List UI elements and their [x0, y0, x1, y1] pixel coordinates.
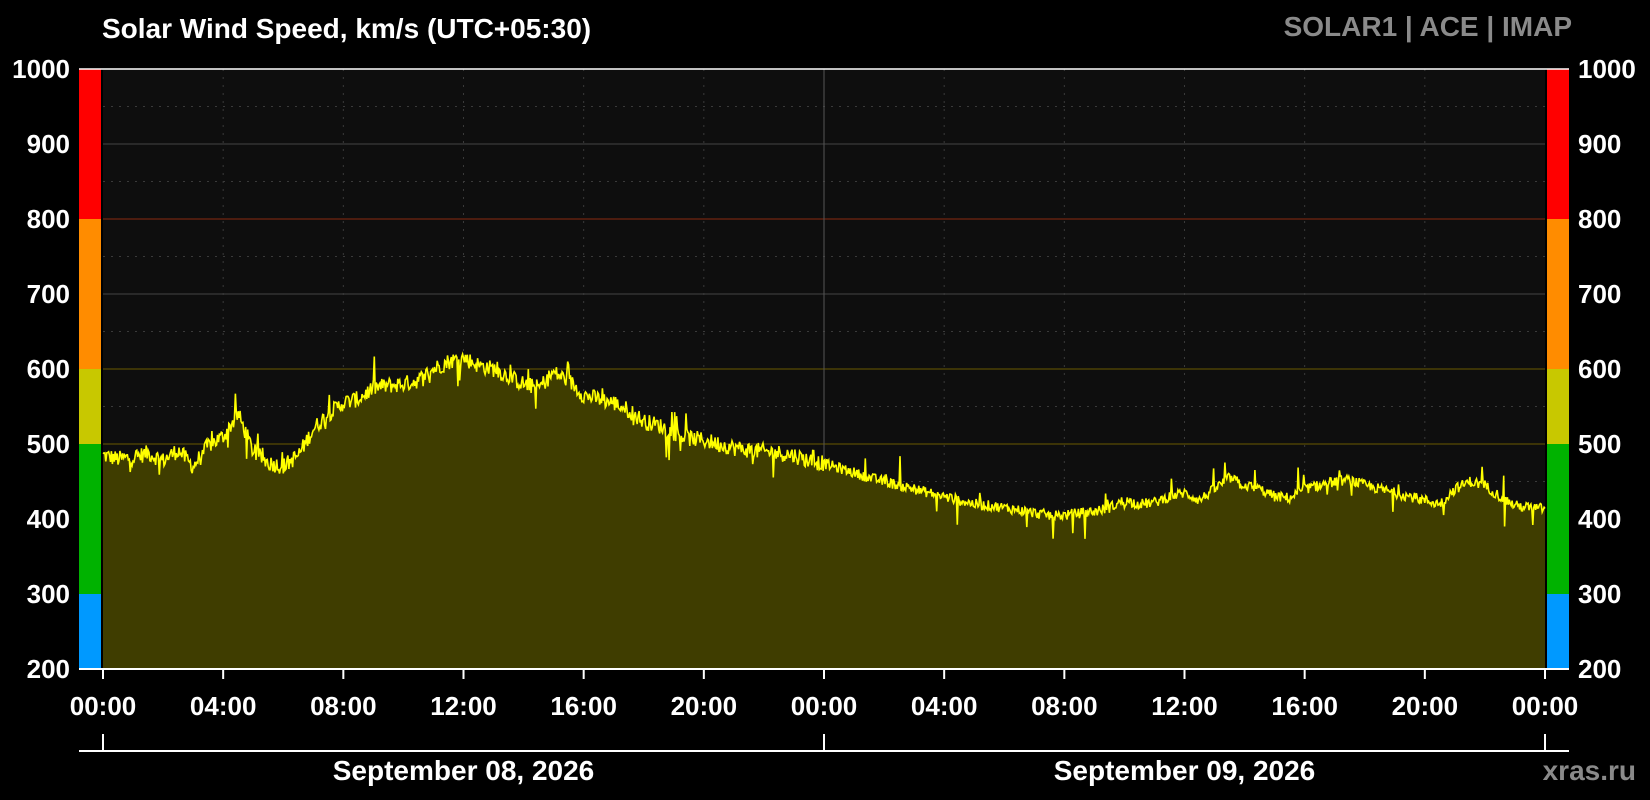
y-tick-label: 1000	[1578, 54, 1636, 84]
x-tick-label: 00:00	[791, 691, 858, 721]
watermark-label[interactable]: xras.ru	[1543, 755, 1636, 786]
left-speed-color-bar	[79, 69, 101, 669]
y-tick-label: 700	[1578, 279, 1621, 309]
x-tick-label: 12:00	[1151, 691, 1218, 721]
y-tick-label: 800	[1578, 204, 1621, 234]
y-tick-label: 900	[27, 129, 70, 159]
x-tick-label: 04:00	[190, 691, 257, 721]
y-tick-label: 400	[27, 504, 70, 534]
speed-band	[1547, 369, 1569, 444]
right-speed-color-bar	[1547, 69, 1569, 669]
x-tick-label: 16:00	[1271, 691, 1338, 721]
x-tick-label: 08:00	[310, 691, 377, 721]
speed-band	[1547, 219, 1569, 369]
x-tick-label: 12:00	[430, 691, 497, 721]
y-tick-label: 300	[1578, 579, 1621, 609]
x-tick-label: 00:00	[1512, 691, 1579, 721]
y-tick-label: 700	[27, 279, 70, 309]
x-tick-label: 20:00	[1392, 691, 1459, 721]
speed-band	[1547, 594, 1569, 669]
speed-band	[1547, 69, 1569, 219]
speed-band	[79, 219, 101, 369]
y-tick-label: 800	[27, 204, 70, 234]
x-tick-label: 20:00	[671, 691, 738, 721]
speed-band	[79, 444, 101, 594]
x-tick-label: 04:00	[911, 691, 978, 721]
solar-wind-chart: Solar Wind Speed, km/s (UTC+05:30) SOLAR…	[0, 0, 1650, 800]
y-tick-label: 600	[1578, 354, 1621, 384]
y-tick-label: 500	[27, 429, 70, 459]
data-sources-label[interactable]: SOLAR1 | ACE | IMAP	[1284, 11, 1572, 42]
y-tick-label: 500	[1578, 429, 1621, 459]
date-label: September 09, 2026	[1054, 755, 1316, 786]
speed-band	[1547, 444, 1569, 594]
x-tick-label: 00:00	[70, 691, 137, 721]
date-label: September 08, 2026	[333, 755, 595, 786]
speed-band	[79, 594, 101, 669]
y-tick-label: 400	[1578, 504, 1621, 534]
y-tick-label: 200	[1578, 654, 1621, 684]
chart-title: Solar Wind Speed, km/s (UTC+05:30)	[102, 13, 591, 44]
y-tick-label: 300	[27, 579, 70, 609]
speed-band	[79, 69, 101, 219]
y-tick-label: 900	[1578, 129, 1621, 159]
x-tick-label: 16:00	[550, 691, 617, 721]
y-tick-label: 200	[27, 654, 70, 684]
y-tick-label: 600	[27, 354, 70, 384]
y-tick-label: 1000	[12, 54, 70, 84]
speed-band	[79, 369, 101, 444]
x-tick-label: 08:00	[1031, 691, 1098, 721]
